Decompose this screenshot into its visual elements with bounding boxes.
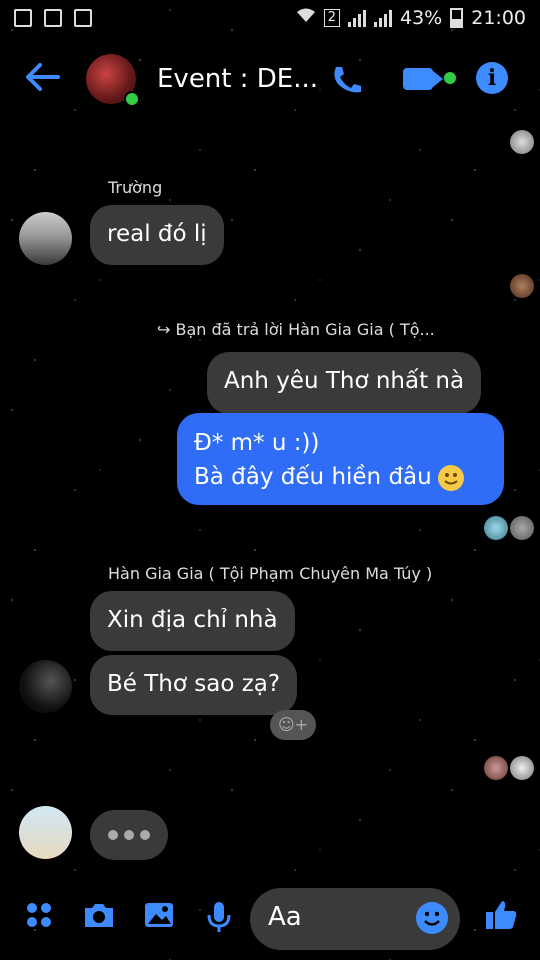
gallery-icon[interactable] xyxy=(143,900,177,934)
image-notification-icon xyxy=(14,9,32,27)
reply-arrow-icon: ↪ xyxy=(157,320,176,339)
seen-avatar xyxy=(484,516,508,540)
phone-icon[interactable] xyxy=(330,64,366,96)
message-bubble[interactable]: Xin địa chỉ nhà xyxy=(90,591,295,651)
sender-name: Trường xyxy=(108,178,163,197)
battery-percent: 43% xyxy=(400,6,443,29)
seen-avatar xyxy=(510,274,534,298)
message-bubble[interactable]: real đó lị xyxy=(90,205,224,265)
recycle-notification-icon xyxy=(74,9,92,27)
add-reaction-icon[interactable]: ☺+ xyxy=(270,710,316,740)
emoji-icon[interactable] xyxy=(416,902,448,934)
message-line: Đ* m* u :)) xyxy=(194,430,320,456)
battery-icon xyxy=(450,7,464,28)
message-bubble[interactable]: Đ* m* u :)) Bà đây đếu hiền đâu xyxy=(177,413,504,505)
seen-avatar xyxy=(484,756,508,780)
video-online-dot xyxy=(444,72,456,84)
seen-avatar xyxy=(510,130,534,154)
like-icon[interactable] xyxy=(484,898,518,932)
signal-icon xyxy=(348,9,366,27)
seen-avatar xyxy=(510,756,534,780)
typing-user-avatar[interactable] xyxy=(19,806,72,859)
message-line: Bà đây đếu hiền đâu xyxy=(194,460,487,494)
mic-icon[interactable] xyxy=(204,900,238,934)
chat-title[interactable]: Event : DE... xyxy=(157,64,318,94)
sim-badge: 2 xyxy=(323,8,340,27)
composer-bar: Aa xyxy=(0,880,540,960)
message-input[interactable]: Aa xyxy=(250,888,460,950)
message-input-placeholder: Aa xyxy=(268,902,302,932)
signal-icon-2 xyxy=(374,9,392,27)
smiley-emoji-icon xyxy=(437,464,464,491)
reply-note: ↪ Bạn đã trả lời Hàn Gia Gia ( Tộ... xyxy=(157,320,435,339)
wifi-icon xyxy=(296,6,316,29)
sender-avatar[interactable] xyxy=(19,660,72,713)
video-icon[interactable] xyxy=(403,68,443,90)
camera-icon[interactable] xyxy=(82,900,116,934)
message-bubble[interactable]: Bé Thơ sao zạ? xyxy=(90,655,298,715)
message-bubble[interactable]: Anh yêu Thơ nhất nà xyxy=(207,352,482,414)
typing-indicator xyxy=(90,810,168,860)
download-notification-icon xyxy=(44,9,62,27)
chat-header: Event : DE... i xyxy=(0,40,540,120)
sender-avatar[interactable] xyxy=(19,212,72,265)
info-icon[interactable]: i xyxy=(476,62,508,94)
back-arrow-icon[interactable] xyxy=(24,62,60,94)
apps-icon[interactable] xyxy=(24,900,58,934)
online-dot xyxy=(124,91,140,107)
status-bar: 2 43% 21:00 xyxy=(0,0,540,38)
seen-avatar xyxy=(510,516,534,540)
clock: 21:00 xyxy=(471,6,526,29)
sender-name: Hàn Gia Gia ( Tội Phạm Chuyên Ma Túy ) xyxy=(108,564,433,583)
message-thread[interactable]: Trường real đó lị ↪ Bạn đã trả lời Hàn G… xyxy=(0,120,540,890)
